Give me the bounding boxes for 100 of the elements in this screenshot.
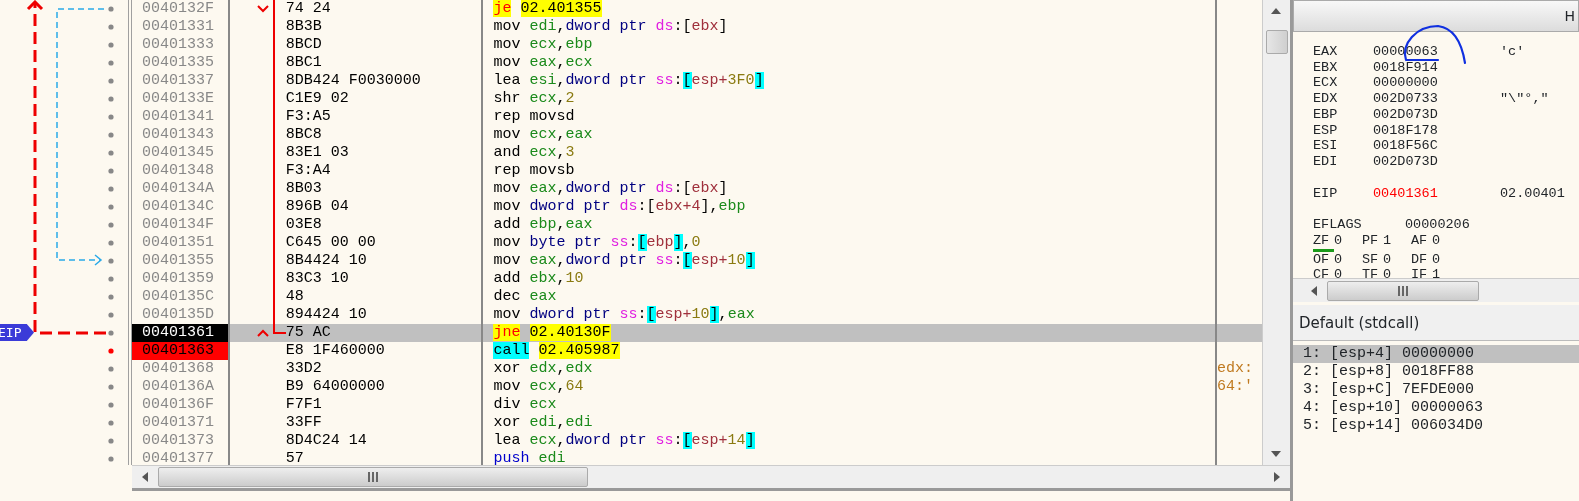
call-convention-header[interactable]: Default (stdcall) [1293,305,1579,341]
instruction-cell[interactable]: jne 02.40130F [481,324,1216,342]
breakpoint-dot[interactable] [108,456,114,462]
flag-value[interactable]: 0 [1383,267,1411,278]
address-cell: 00401343 [132,126,230,144]
right-arrow-icon [1274,472,1280,482]
address-cell: 00401355 [132,252,230,270]
up-arrow-icon [1271,8,1281,14]
breakpoint-dot[interactable] [108,402,114,408]
breakpoint-dot[interactable] [108,132,114,138]
breakpoint-dot[interactable] [108,222,114,228]
instruction-cell[interactable]: je 02.401355 [481,0,1216,18]
flag-name: IF [1411,267,1429,278]
breakpoint-dot[interactable] [108,366,114,372]
breakpoint-dot[interactable] [108,384,114,390]
flag-name: OF [1313,251,1331,268]
argument-row[interactable]: 3: [esp+C] 7EFDE000 [1293,381,1579,399]
breakpoint-dot[interactable] [108,294,114,300]
register-value: 002D0733 [1373,91,1439,107]
breakpoint-dot[interactable] [108,150,114,156]
bytes-cell-text: 894424 10 [284,306,368,324]
register-name: ECX [1313,75,1339,92]
horizontal-scrollbar[interactable] [132,465,1290,491]
flag-value[interactable]: 0 [1334,267,1362,278]
vertical-scrollbar[interactable] [1262,0,1290,465]
bytes-cell-text: F3:A4 [284,162,332,180]
flag-name: AF [1411,233,1429,251]
comment-cell-text: edx: [1216,360,1255,378]
breakpoint-dot[interactable] [108,204,114,210]
flag-value[interactable]: 0 [1383,251,1411,268]
breakpoint-dot[interactable] [108,258,114,264]
register-comment: 'c' [1500,44,1525,60]
scroll-thumb[interactable] [1265,30,1288,54]
register-value: 00000206 [1405,217,1470,234]
register-name: EDI [1313,153,1339,170]
argument-row[interactable]: 2: [esp+8] 0018FF88 [1293,363,1579,381]
breakpoint-dot[interactable] [108,96,114,102]
flag-value[interactable]: 0 [1432,233,1460,252]
breakpoint-dot[interactable] [108,186,114,192]
breakpoint-dot[interactable] [108,330,114,336]
bytes-cell-text: F3:A5 [284,108,332,126]
bytes-cell-text: B9 64000000 [284,378,386,396]
flag-name: SF [1362,251,1380,268]
breakpoint-dot[interactable] [108,348,114,354]
breakpoint-dot[interactable] [108,42,114,48]
breakpoint-dot[interactable] [108,6,114,12]
address-cell: 0040132F [132,0,230,18]
flag-name: DF [1411,251,1429,268]
flag-value[interactable]: 1 [1432,267,1460,278]
argument-row[interactable]: 5: [esp+14] 006034D0 [1293,417,1579,435]
breakpoint-dot[interactable] [108,312,114,318]
flag-value[interactable]: 1 [1383,233,1411,252]
address-cell: 00401361 [132,324,230,342]
breakpoint-dot[interactable] [108,420,114,426]
breakpoint-dot[interactable] [108,60,114,66]
bytes-cell-text: 8DB424 F0030000 [284,72,422,90]
address-cell: 0040136F [132,396,230,414]
breakpoint-dot[interactable] [108,240,114,246]
bytes-cell-text: 8BC1 [284,54,323,72]
flag-value[interactable]: 0 [1334,233,1362,252]
flag-name: TF [1362,267,1380,278]
breakpoint-dot[interactable] [108,78,114,84]
address-cell: 00401368 [132,360,230,378]
bytes-cell-text: 8D4C24 14 [284,432,368,450]
bytes-cell-text: 8BC8 [284,126,323,144]
register-value: 0018F56C [1373,138,1439,154]
flag-value[interactable]: 0 [1334,251,1362,268]
address-cell: 0040133E [132,90,230,108]
register-value: 0018F178 [1373,122,1439,139]
horizontal-scrollbar[interactable] [1293,278,1579,302]
register-name: EBX [1313,59,1339,76]
scroll-thumb[interactable] [1327,280,1479,301]
address-cell: 0040136A [132,378,230,396]
address-cell: 0040135C [132,288,230,306]
breakpoint-dot[interactable] [108,276,114,282]
bytes-cell-text: 57 [284,450,305,465]
argument-row[interactable]: 1: [esp+4] 00000000 [1293,345,1579,363]
bytes-cell-text: E8 1F460000 [284,342,386,360]
grip-icon [368,472,378,482]
bytes-cell-text: F7F1 [284,396,323,414]
grip-icon [1398,285,1408,296]
argument-row[interactable]: 4: [esp+10] 00000063 [1293,399,1579,417]
register-value: 0018F914 [1373,59,1439,76]
flag-name: ZF [1313,233,1334,252]
instruction-cell[interactable]: call 02.405987 [481,342,1216,360]
breakpoint-dot[interactable] [108,114,114,120]
panel-header-button[interactable]: H [1293,0,1579,32]
left-arrow-icon [142,472,148,482]
flag-value[interactable]: 0 [1432,251,1460,268]
address-cell: 0040134A [132,180,230,198]
breakpoint-dot[interactable] [108,24,114,30]
comment-cell [1215,324,1262,342]
address-cell: 00401345 [132,144,230,162]
breakpoint-dot[interactable] [108,168,114,174]
address-cell: 00401335 [132,54,230,72]
address-cell: 00401348 [132,162,230,180]
down-arrow-icon [1271,451,1281,457]
scroll-thumb[interactable] [158,467,588,487]
flag-name: CF [1313,267,1331,278]
breakpoint-dot[interactable] [108,438,114,444]
